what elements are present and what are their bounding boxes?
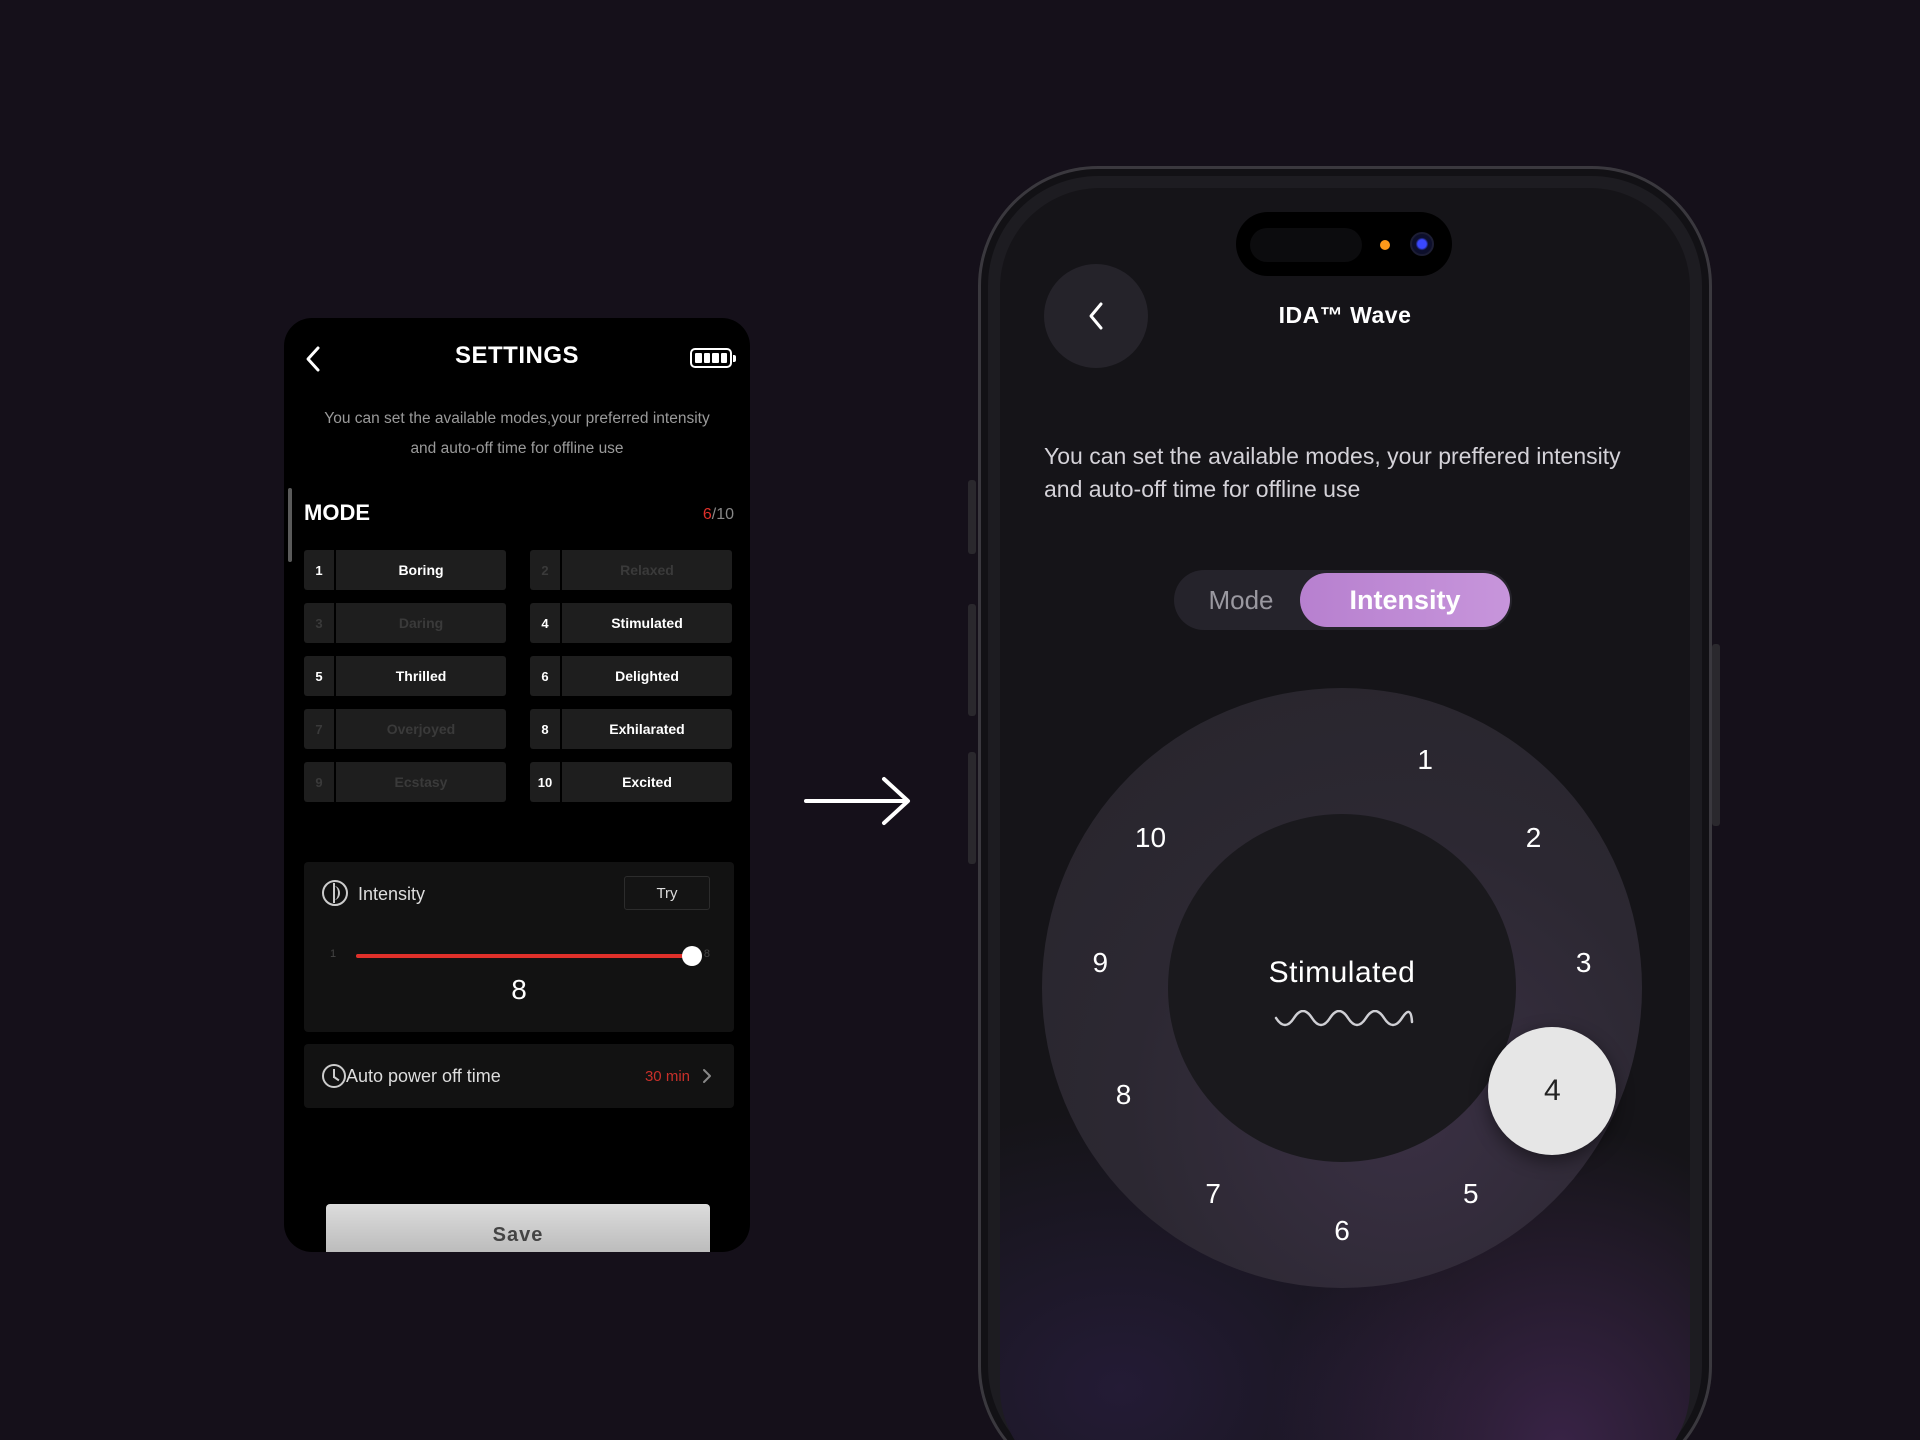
ida-wave-screen: IDA™ Wave You can set the available mode… xyxy=(1000,188,1690,1440)
intensity-value: 8 xyxy=(511,974,527,1005)
mode-count-selected: 6 xyxy=(702,506,712,523)
dial-number[interactable]: 10 xyxy=(1121,818,1181,858)
mode-name: Exhilarated xyxy=(609,721,685,737)
scrollbar[interactable] xyxy=(288,488,292,562)
mode-number: 10 xyxy=(530,762,562,802)
intensity-dial[interactable]: Stimulated 1 2 3 4 5 6 7 8 9 10 xyxy=(1042,688,1642,1288)
chevron-right-icon xyxy=(703,1069,711,1083)
phone-volume-up-button xyxy=(968,604,976,716)
mode-name: Excited xyxy=(622,774,672,790)
mode-intensity-toggle: Mode Intensity xyxy=(1174,570,1512,630)
old-header: SETTINGS xyxy=(284,318,750,380)
mode-count: 6/10 xyxy=(703,506,734,524)
slider-max-label: 8 xyxy=(703,948,710,960)
mode-name: Overjoyed xyxy=(386,721,456,737)
phone-power-button xyxy=(1712,644,1720,826)
mode-count-total: /10 xyxy=(711,506,734,523)
mode-number: 9 xyxy=(304,762,336,802)
mode-item[interactable]: 2 Relaxed xyxy=(530,550,732,590)
intensity-icon xyxy=(322,880,348,906)
intensity-slider[interactable] xyxy=(356,954,692,958)
mode-item[interactable]: 7 Overjoyed xyxy=(304,709,506,749)
page-title: SETTINGS xyxy=(454,342,579,369)
island-pill xyxy=(1250,228,1362,262)
auto-power-off-row[interactable]: Auto power off time 30 min xyxy=(304,1044,734,1108)
mode-item[interactable]: 9 Ecstasy xyxy=(304,762,506,802)
slider-min-label: 1 xyxy=(330,948,337,960)
dial-mode-label: Stimulated xyxy=(1268,956,1416,989)
auto-power-off-label: Auto power off time xyxy=(346,1066,501,1086)
mode-item[interactable]: 10 Excited xyxy=(530,762,732,802)
arrow-right-icon xyxy=(804,777,910,825)
dial-number[interactable]: 9 xyxy=(1070,943,1130,983)
dial-number[interactable]: 2 xyxy=(1503,818,1563,858)
dial-number[interactable]: 8 xyxy=(1094,1075,1154,1115)
mode-number: 8 xyxy=(530,709,562,749)
mode-name: Relaxed xyxy=(620,562,674,578)
mode-item[interactable]: 6 Delighted xyxy=(530,656,732,696)
mode-item[interactable]: 4 Stimulated xyxy=(530,603,732,643)
auto-power-off-value: 30 min xyxy=(644,1068,690,1085)
dial-selected-knob[interactable]: 4 xyxy=(1488,1026,1617,1155)
mode-item[interactable]: 1 Boring xyxy=(304,550,506,590)
mode-grid: 1 Boring 2 Relaxed 3 Daring 4 Stimulated 5 Th… xyxy=(304,550,734,802)
dial-number[interactable]: 1 xyxy=(1395,740,1455,780)
dial-center: Stimulated xyxy=(1168,814,1516,1162)
tab-mode[interactable]: Mode xyxy=(1174,570,1308,630)
mode-number: 2 xyxy=(530,550,562,590)
clock-icon xyxy=(322,1064,346,1088)
wave-icon xyxy=(1274,1010,1414,1027)
tab-intensity[interactable]: Intensity xyxy=(1300,573,1510,627)
mode-number: 6 xyxy=(530,656,562,696)
mode-name: Delighted xyxy=(615,668,679,684)
privacy-indicator-icon xyxy=(1380,240,1390,250)
battery-icon xyxy=(690,348,736,368)
phone-volume-down-button xyxy=(968,752,976,864)
mode-item[interactable]: 8 Exhilarated xyxy=(530,709,732,749)
mode-number: 5 xyxy=(304,656,336,696)
mode-number: 4 xyxy=(530,603,562,643)
dial-number[interactable]: 3 xyxy=(1554,943,1614,983)
dial-number[interactable]: 7 xyxy=(1183,1174,1243,1214)
page-title: IDA™ Wave xyxy=(1278,302,1412,328)
mode-name: Daring xyxy=(398,615,444,631)
dial-number[interactable]: 5 xyxy=(1441,1174,1501,1214)
mode-name: Stimulated xyxy=(611,615,683,631)
try-button[interactable]: Try xyxy=(624,876,710,910)
mode-item[interactable]: 5 Thrilled xyxy=(304,656,506,696)
mode-number: 7 xyxy=(304,709,336,749)
settings-description: You can set the available modes, your pr… xyxy=(1044,443,1621,502)
old-settings-screen: SETTINGS You can set the available modes… xyxy=(284,318,750,1252)
mode-name: Thrilled xyxy=(395,668,447,684)
dial-number[interactable]: 6 xyxy=(1312,1211,1372,1251)
phone-action-button xyxy=(968,480,976,554)
mode-name: Ecstasy xyxy=(394,774,448,790)
mode-section-title: MODE xyxy=(304,500,370,525)
mode-number: 3 xyxy=(304,603,336,643)
intensity-slider-fill xyxy=(356,954,692,958)
intensity-slider-thumb[interactable] xyxy=(682,946,702,966)
save-button[interactable]: Save xyxy=(326,1204,710,1252)
intensity-label: Intensity xyxy=(358,884,426,904)
mode-name: Boring xyxy=(398,562,444,578)
mode-item[interactable]: 3 Daring xyxy=(304,603,506,643)
camera-lens-icon xyxy=(1410,232,1434,256)
mode-number: 1 xyxy=(304,550,336,590)
intensity-card: Intensity Try 1 8 8 xyxy=(304,862,734,1032)
settings-description: You can set the available modes,your pre… xyxy=(324,410,710,457)
dynamic-island xyxy=(1236,212,1452,276)
